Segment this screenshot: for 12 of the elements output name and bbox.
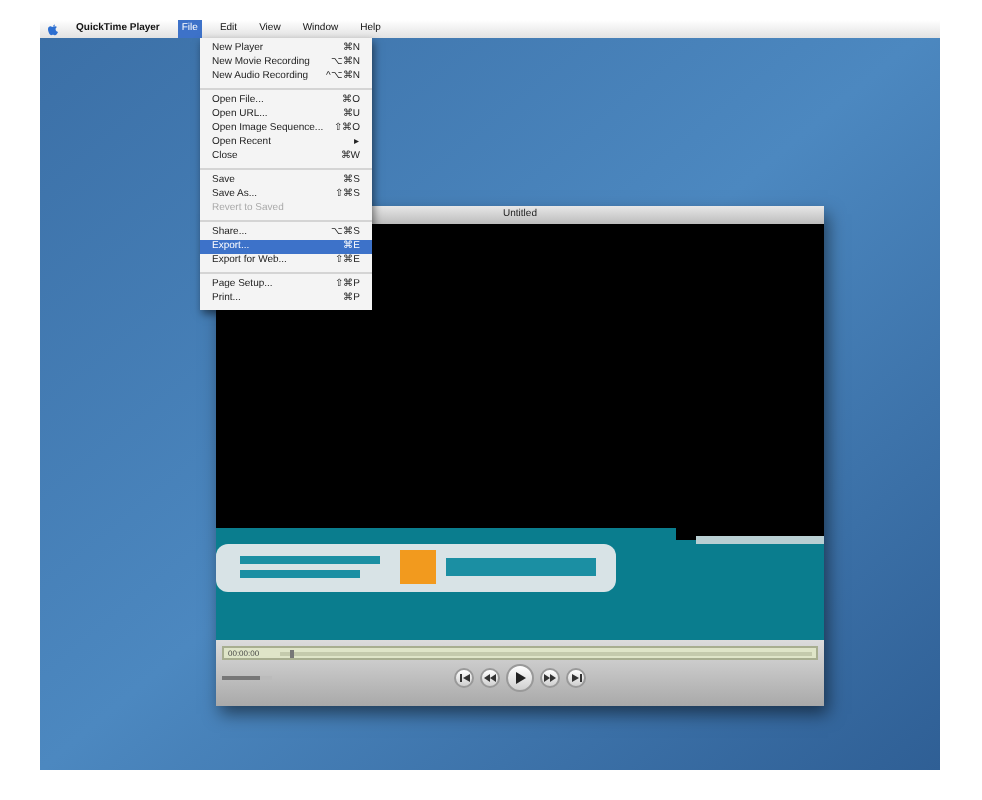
- playback-button[interactable]: [506, 664, 534, 692]
- playback-button[interactable]: [454, 668, 474, 688]
- playback-button[interactable]: [540, 668, 560, 688]
- apple-icon[interactable]: [48, 23, 58, 35]
- skip-back-icon: [459, 674, 469, 682]
- playhead[interactable]: [290, 649, 295, 657]
- play-icon: [515, 672, 525, 684]
- fast-forward-icon: [544, 674, 556, 682]
- rewind-icon: [484, 674, 496, 682]
- playback-button[interactable]: [566, 668, 586, 688]
- playback-button[interactable]: [480, 668, 500, 688]
- skip-forward-icon: [571, 674, 581, 682]
